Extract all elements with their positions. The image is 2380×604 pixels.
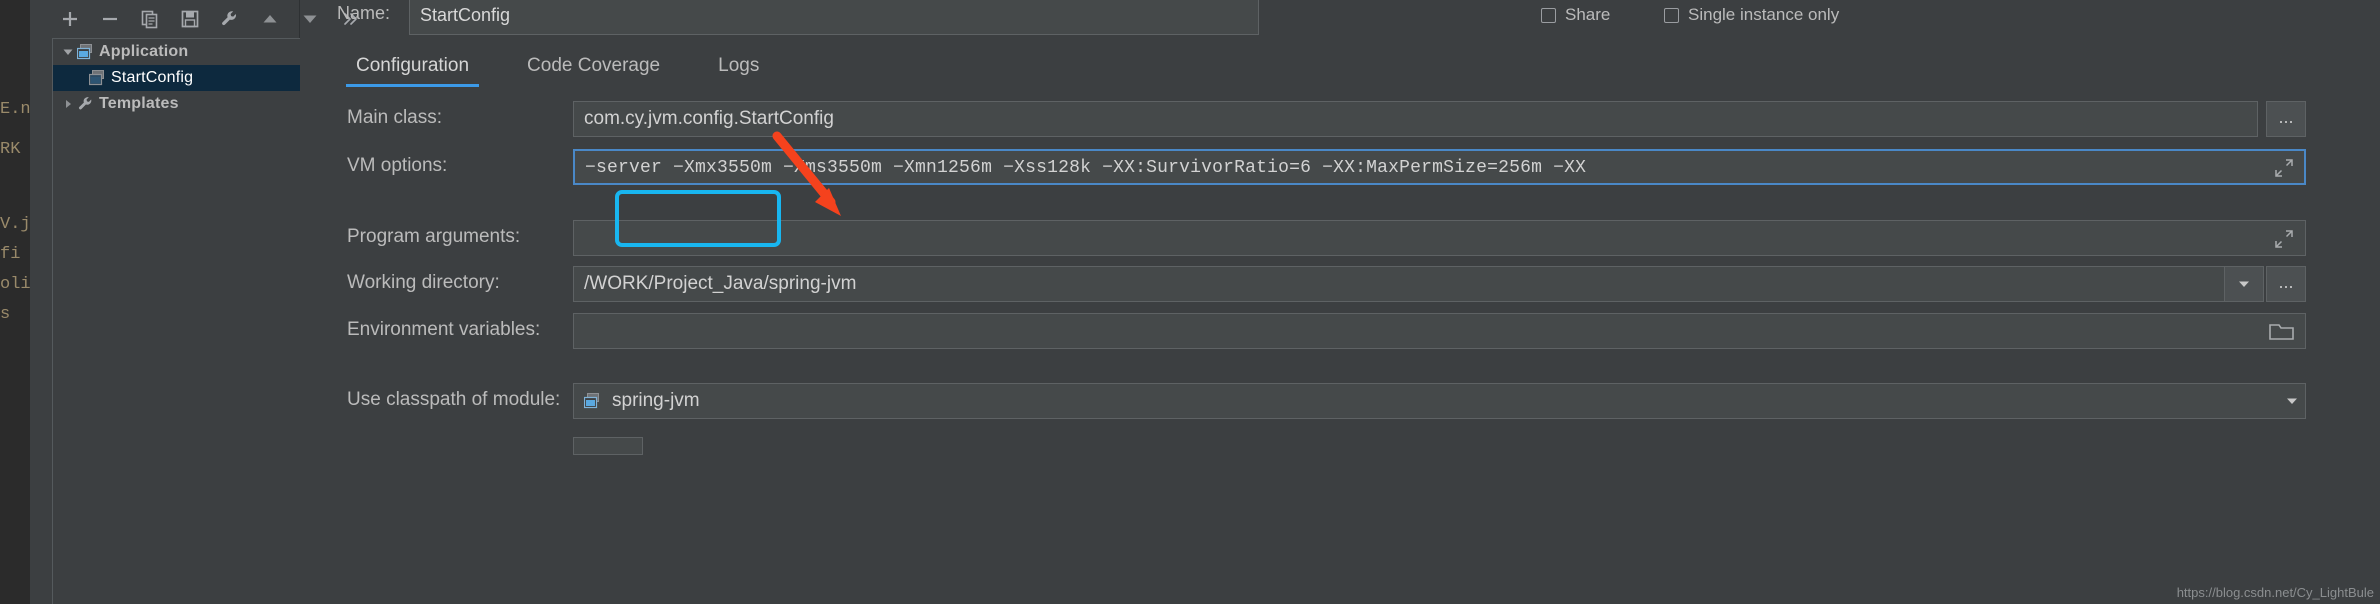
expand-diagonal-icon[interactable]: [2273, 228, 2295, 250]
run-debug-configurations-dialog: Application StartConfig Templates Name: …: [30, 0, 2380, 604]
single-instance-checkbox[interactable]: [1664, 7, 1679, 23]
tab-label: Configuration: [356, 54, 470, 76]
name-input[interactable]: [409, 0, 1259, 35]
copy-icon[interactable]: [140, 8, 160, 30]
module-icon: [584, 393, 602, 409]
main-class-input[interactable]: com.cy.jvm.config.StartConfig: [573, 101, 2258, 137]
environment-variables-input[interactable]: [573, 313, 2306, 349]
tab-code-coverage[interactable]: Code Coverage: [517, 44, 670, 87]
use-classpath-of-module-combo[interactable]: spring-jvm: [573, 383, 2306, 419]
code-fragment: s: [0, 305, 11, 324]
configuration-right-panel: Name: Share Single instance only Configu…: [301, 0, 2380, 604]
use-classpath-of-module-label: Use classpath of module:: [347, 389, 561, 410]
working-directory-dropdown-button[interactable]: [2224, 266, 2264, 302]
background-editor-sliver: E.n RK V.j fi oli s: [0, 0, 30, 604]
single-instance-checkbox-group[interactable]: Single instance only: [1664, 5, 1839, 25]
tree-node-templates[interactable]: Templates: [53, 91, 300, 117]
tree-node-application[interactable]: Application: [53, 39, 300, 65]
tab-label: Code Coverage: [527, 54, 661, 76]
share-label: Share: [1565, 5, 1611, 24]
tree-toolbar: [30, 0, 357, 38]
program-arguments-input[interactable]: [573, 220, 2306, 256]
triangle-up-icon[interactable]: [260, 8, 280, 30]
chevron-down-icon[interactable]: [59, 46, 77, 58]
run-config-icon: [89, 70, 111, 86]
application-icon: [77, 44, 99, 60]
wrench-icon: [77, 96, 99, 112]
name-row: Name: Share Single instance only: [301, 0, 2380, 44]
chevron-down-icon[interactable]: [2285, 394, 2299, 408]
configurations-left-panel: Application StartConfig Templates: [30, 0, 357, 604]
code-fragment: RK: [0, 140, 21, 159]
folder-icon[interactable]: [2269, 321, 2294, 341]
name-label: Name:: [337, 3, 391, 23]
single-instance-label: Single instance only: [1688, 5, 1840, 24]
expand-diagonal-icon[interactable]: [2273, 157, 2295, 179]
tab-configuration[interactable]: Configuration: [346, 44, 480, 87]
tab-logs[interactable]: Logs: [708, 44, 769, 87]
code-fragment: oli: [0, 275, 30, 294]
tree-node-label: StartConfig: [111, 69, 194, 86]
use-classpath-of-module-value: spring-jvm: [612, 390, 700, 411]
remove-button[interactable]: [100, 8, 120, 30]
save-icon[interactable]: [180, 8, 200, 30]
tab-label: Logs: [718, 54, 760, 76]
program-arguments-label: Program arguments:: [347, 226, 521, 247]
environment-variables-label: Environment variables:: [347, 319, 541, 340]
code-fragment: E.n: [0, 100, 30, 119]
main-class-label: Main class:: [347, 107, 443, 128]
share-checkbox[interactable]: [1541, 7, 1556, 23]
tab-bar: Configuration Code Coverage Logs: [301, 44, 2380, 87]
wrench-icon[interactable]: [220, 8, 240, 30]
tree-node-startconfig[interactable]: StartConfig: [53, 65, 300, 91]
working-directory-label: Working directory:: [347, 272, 500, 293]
configurations-tree[interactable]: Application StartConfig Templates: [52, 38, 300, 604]
tree-node-label: Application: [99, 43, 189, 60]
working-directory-input[interactable]: /WORK/Project_Java/spring-jvm: [573, 266, 2225, 302]
chevron-right-icon[interactable]: [59, 98, 77, 110]
chevron-down-icon: [2239, 281, 2249, 287]
partial-field[interactable]: [573, 437, 643, 455]
vm-options-input[interactable]: −server −Xmx3550m −Xms3550m −Xmn1256m −X…: [573, 149, 2306, 185]
working-directory-browse-button[interactable]: ...: [2266, 266, 2306, 302]
main-class-browse-button[interactable]: ...: [2266, 101, 2306, 137]
configuration-form: Main class: com.cy.jvm.config.StartConfi…: [301, 87, 2380, 604]
code-fragment: V.j: [0, 215, 30, 234]
add-button[interactable]: [60, 8, 80, 30]
watermark: https://blog.csdn.net/Cy_LightBule: [2176, 585, 2374, 600]
vm-options-label: VM options:: [347, 155, 448, 176]
code-fragment: fi: [0, 245, 21, 264]
share-checkbox-group[interactable]: Share: [1541, 5, 1610, 25]
tree-node-label: Templates: [99, 95, 179, 112]
